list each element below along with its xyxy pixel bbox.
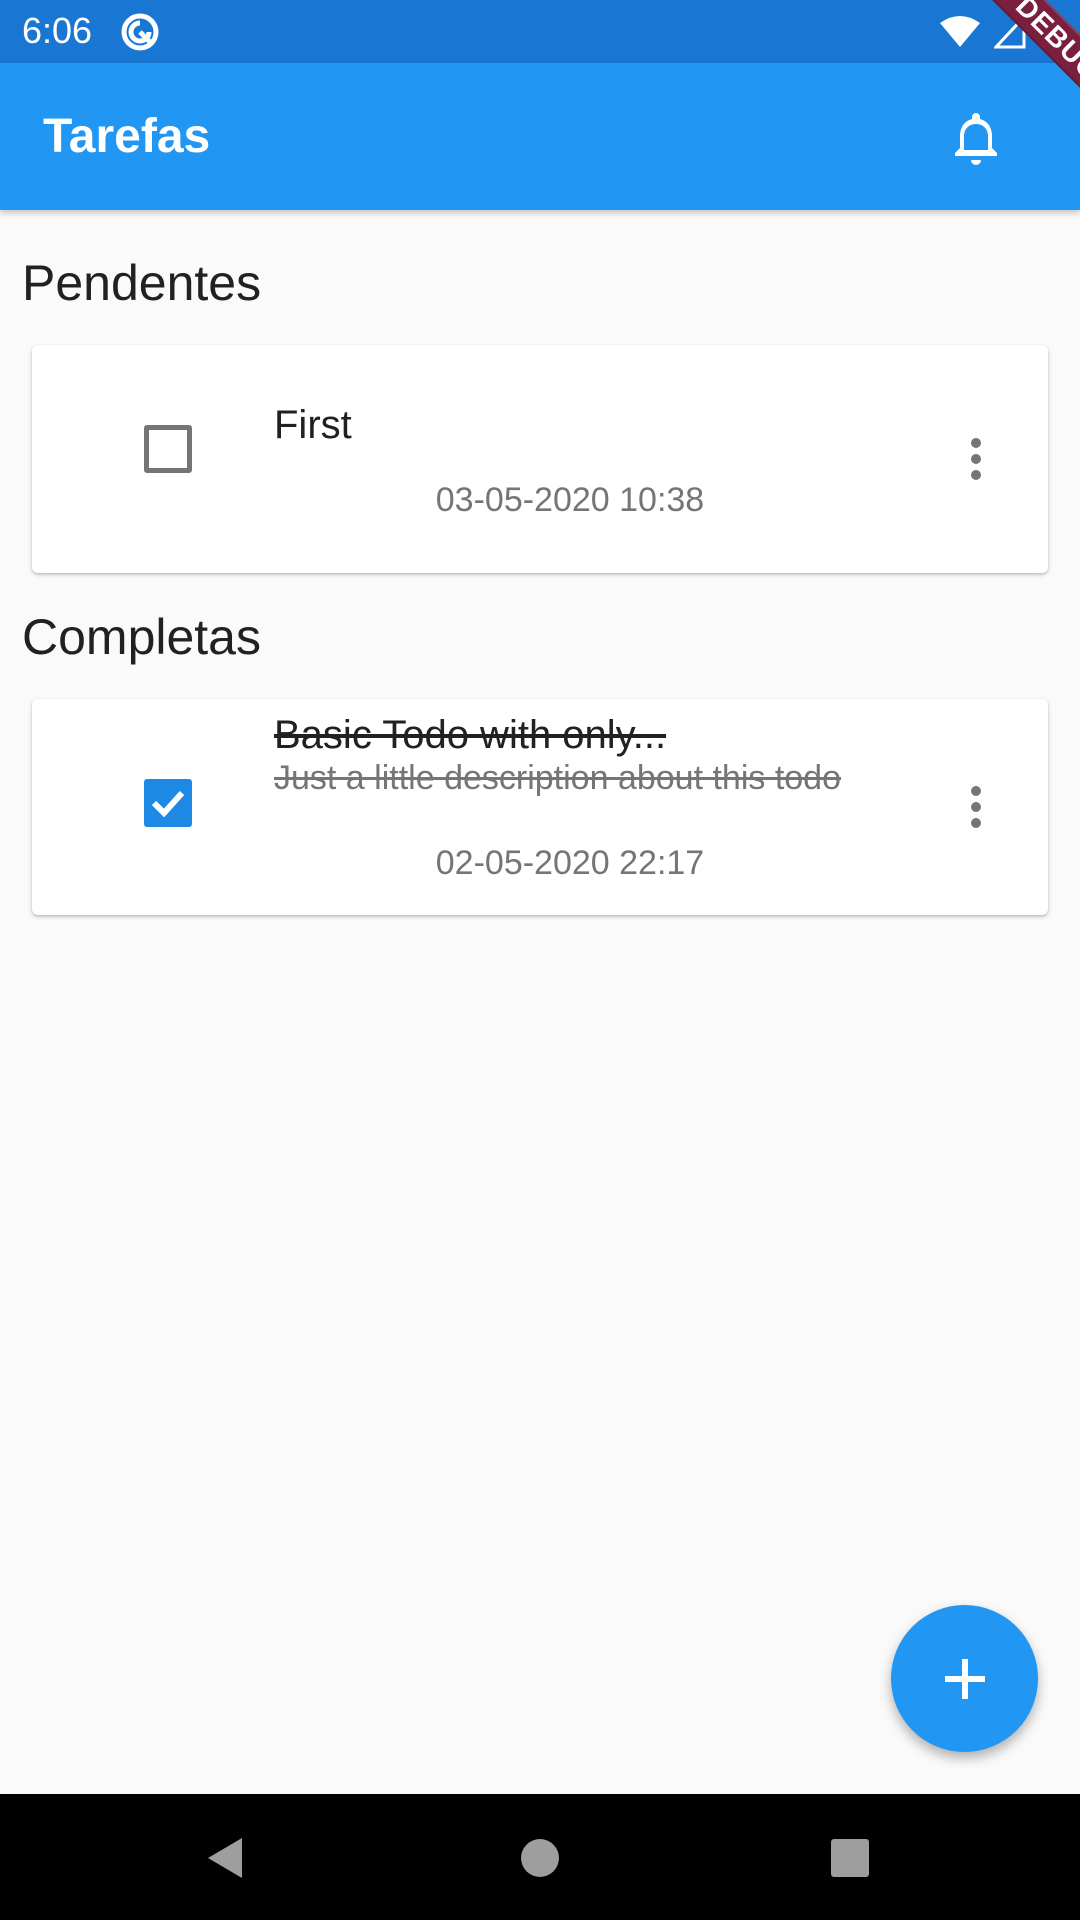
todo-description: Just a little description about this tod… [274,759,841,797]
todo-date: 03-05-2020 10:38 [435,481,705,519]
todo-checkbox[interactable] [144,425,192,473]
recents-square-icon [831,1839,869,1877]
back-triangle-icon [208,1838,242,1878]
recents-button[interactable] [818,1826,882,1890]
more-vertical-icon[interactable] [952,427,1000,491]
plus-icon [944,1658,985,1699]
todo-card-completed[interactable]: Basic Todo with only... Just a little de… [32,699,1048,915]
add-todo-button[interactable] [891,1605,1038,1752]
todo-checkbox-checked[interactable] [144,779,192,827]
todo-card-pending[interactable]: First 03-05-2020 10:38 [32,345,1048,573]
app-notification-icon [121,13,159,51]
status-time: 6:06 [22,10,93,51]
more-vertical-icon[interactable] [952,775,1000,839]
back-button[interactable] [194,1826,258,1890]
bell-icon[interactable] [944,105,1008,169]
todo-title: Basic Todo with only... [274,713,667,757]
check-icon [151,790,185,818]
app-bar: Tarefas [0,63,1080,210]
home-button[interactable] [508,1826,572,1890]
wifi-icon [940,16,980,47]
todo-date: 02-05-2020 22:17 [435,844,705,882]
system-nav-bar [0,1794,1080,1920]
home-circle-icon [521,1839,559,1877]
page-title: Tarefas [43,110,211,163]
status-bar: 6:06 [0,0,1080,63]
section-title-pending: Pendentes [22,255,262,311]
section-title-completed: Completas [22,609,261,665]
todo-title: First [274,403,352,447]
